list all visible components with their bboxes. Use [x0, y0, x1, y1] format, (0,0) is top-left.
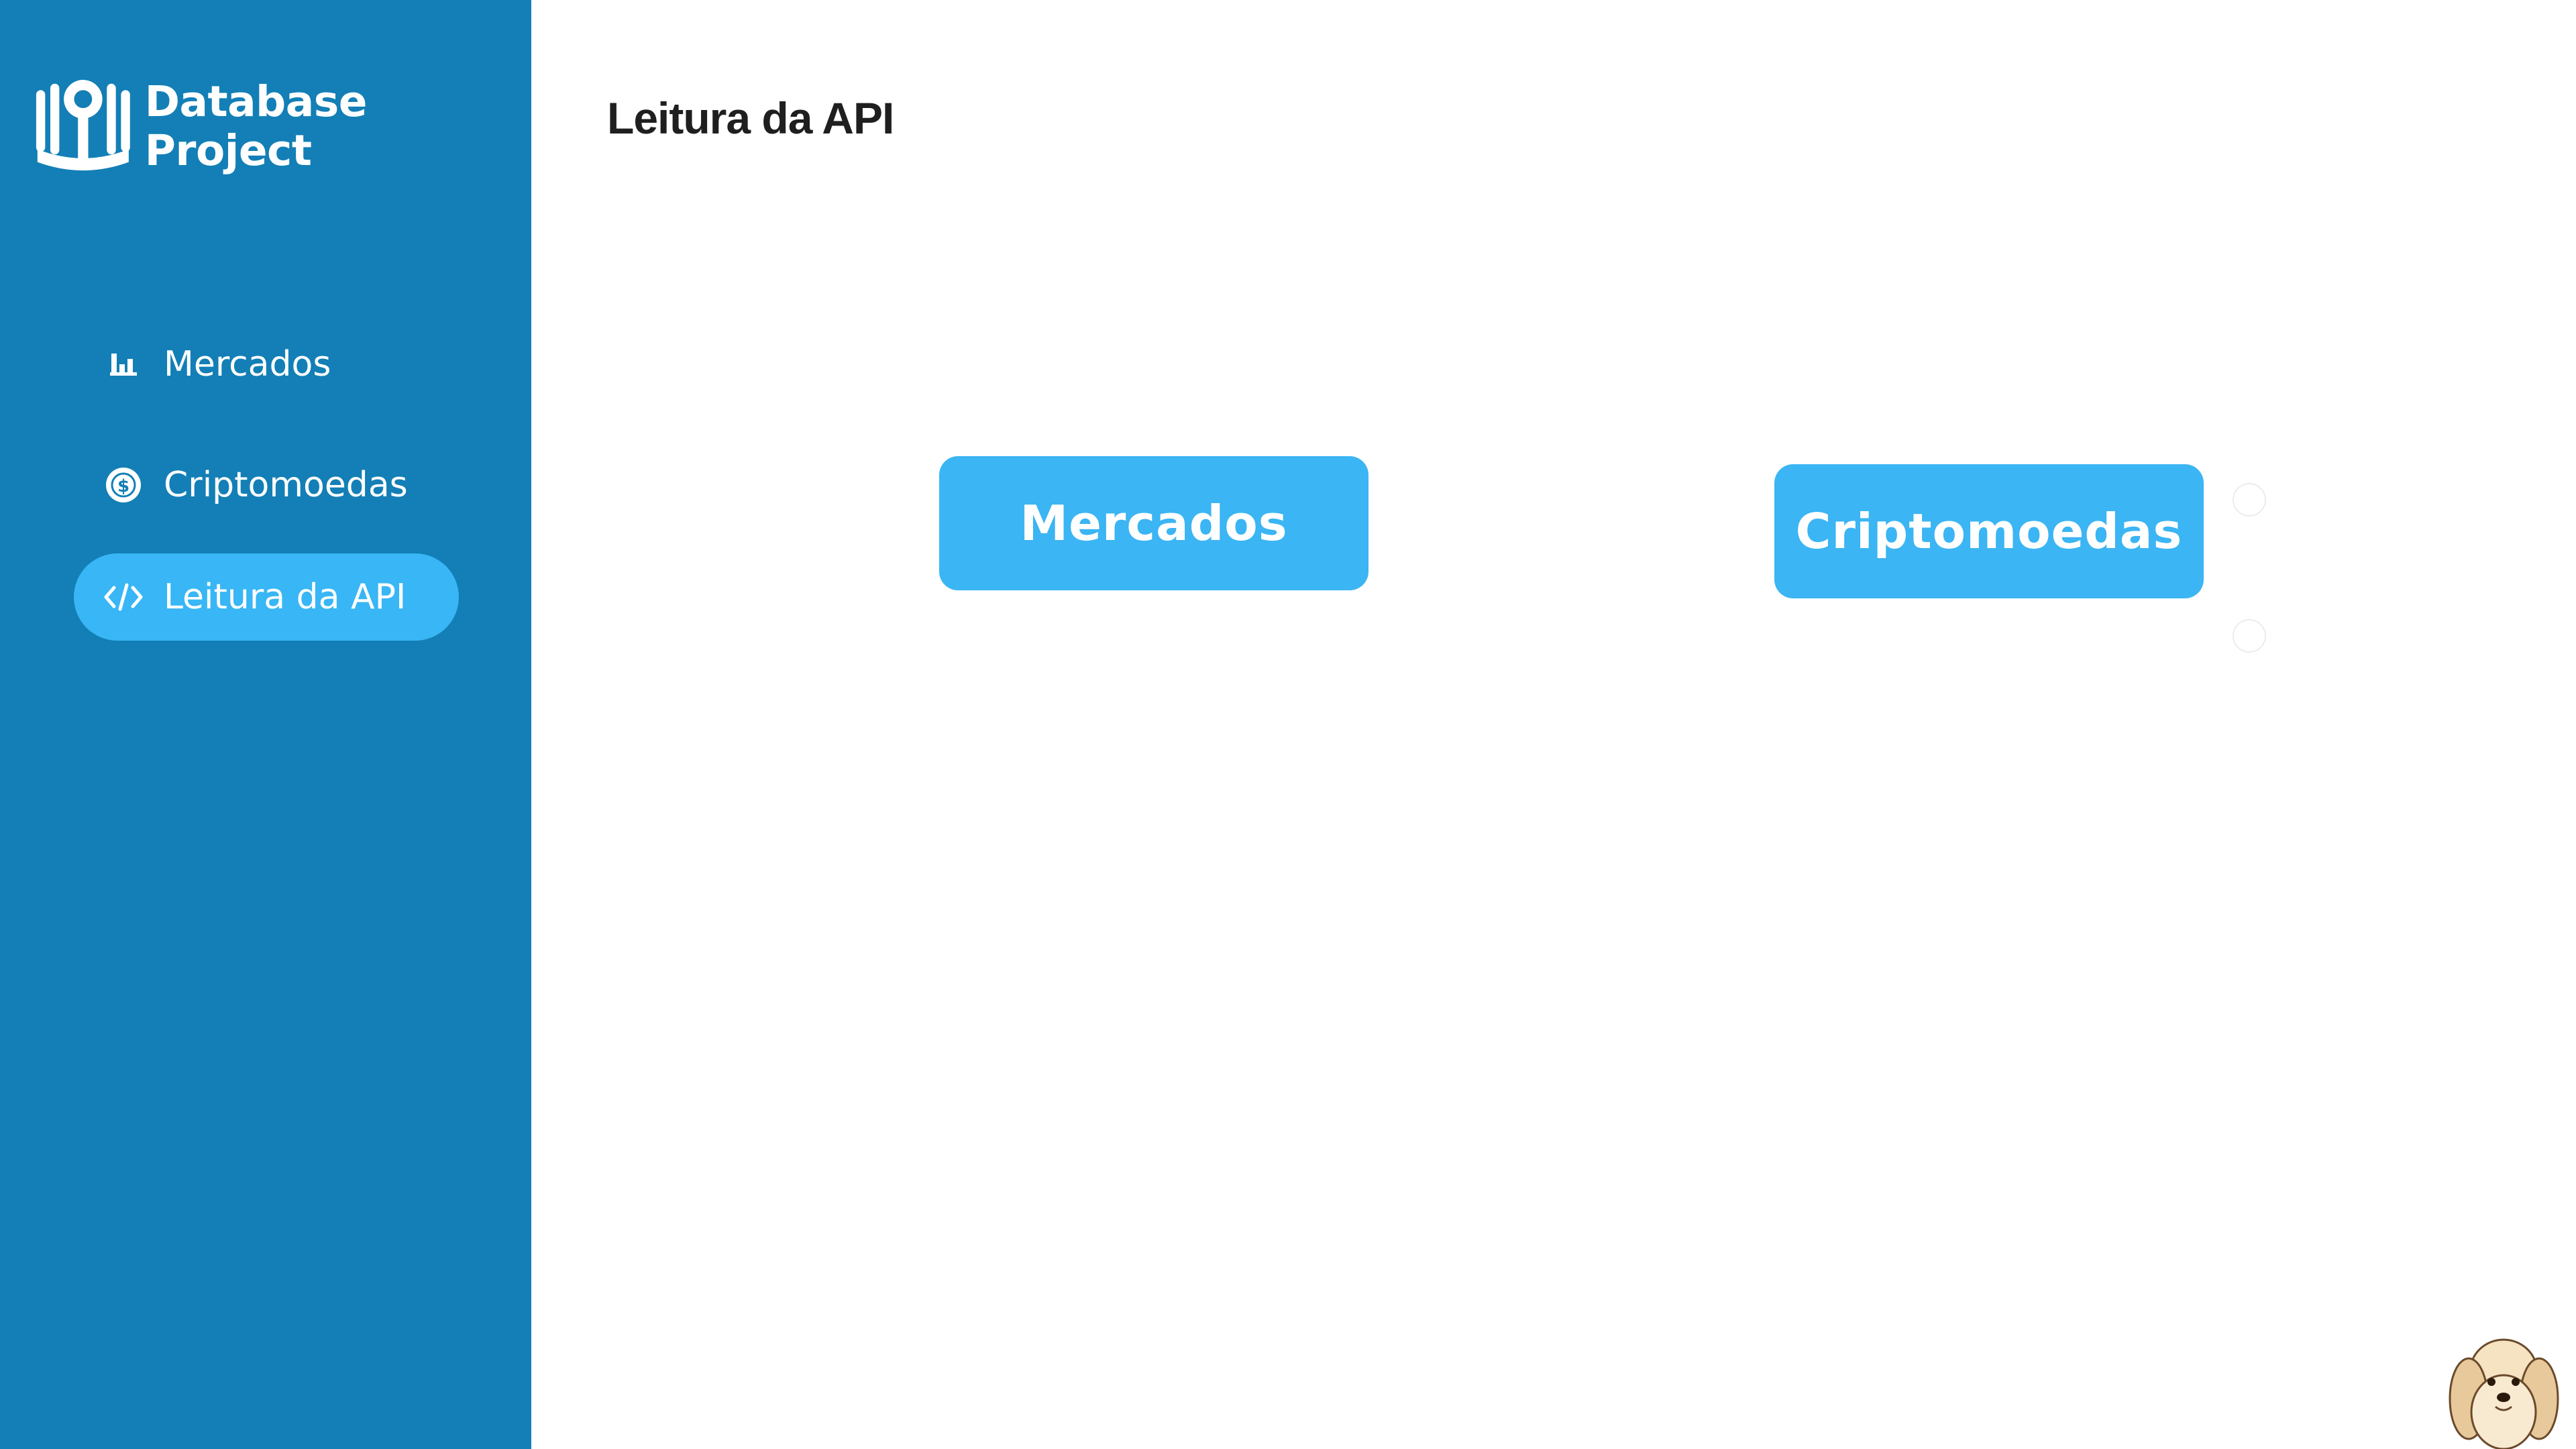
criptomoedas-button[interactable]: Criptomoedas [1774, 464, 2204, 598]
university-logo-icon [36, 80, 130, 171]
radio-option-1[interactable] [2233, 483, 2266, 517]
sidebar-item-label: Leitura da API [164, 577, 407, 617]
bar-chart-icon [103, 344, 144, 384]
svg-text:$: $ [117, 476, 129, 496]
sidebar-item-label: Criptomoedas [164, 465, 408, 505]
sidebar-item-criptomoedas[interactable]: $ Criptomoedas [74, 441, 459, 529]
brand-title: Database Project [144, 77, 368, 175]
page-title: Leitura da API [607, 93, 894, 143]
sidebar-item-label: Mercados [164, 344, 331, 384]
sidebar-item-mercados[interactable]: Mercados [74, 321, 459, 408]
dollar-coin-icon: $ [103, 465, 144, 505]
code-icon [103, 577, 144, 617]
sidebar-item-leitura-da-api[interactable]: Leitura da API [74, 553, 459, 641]
brand[interactable]: Database Project [35, 75, 531, 177]
mercados-button[interactable]: Mercados [939, 456, 1368, 590]
sidebar: Database Project Mercados $ Criptomoedas… [0, 0, 531, 1449]
radio-option-2[interactable] [2233, 619, 2266, 653]
dog-mascot-icon [2449, 1338, 2559, 1449]
